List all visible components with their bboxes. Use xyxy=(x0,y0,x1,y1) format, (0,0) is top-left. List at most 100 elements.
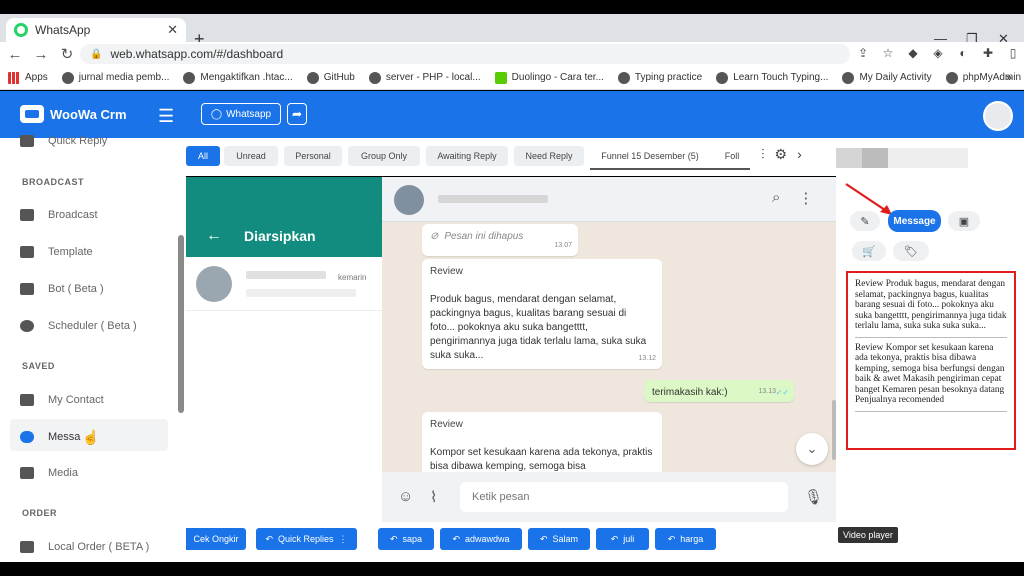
edit-button[interactable]: ✎ xyxy=(850,211,880,231)
chevron-right-icon[interactable]: › xyxy=(797,146,802,163)
message-bubble-deleted[interactable]: ⊘ Pesan ini dihapus 13.07 xyxy=(422,224,578,256)
search-icon[interactable]: ⌕ xyxy=(772,189,780,207)
extension-icon[interactable]: ◈ xyxy=(930,46,946,60)
url-text: web.whatsapp.com/#/dashboard xyxy=(110,47,284,61)
kebab-menu-icon[interactable]: ⋮ xyxy=(798,189,813,207)
sidebar-item-quick-reply[interactable]: Quick Reply xyxy=(20,135,107,147)
reply-icon: ↶ xyxy=(389,533,398,544)
emoji-icon[interactable]: ☺ xyxy=(398,488,413,505)
saved-message-item[interactable]: Review Kompor set kesukaan karena ada te… xyxy=(855,343,1007,412)
extension-icon[interactable]: ◆ xyxy=(905,46,921,60)
quick-reply-salam[interactable]: ↶ Salam xyxy=(528,528,590,550)
apps-grid-icon xyxy=(8,71,20,84)
message-text: terimakasih kak:) xyxy=(652,387,728,398)
message-time: 13.12 xyxy=(638,355,656,362)
sidebar-item-broadcast[interactable]: Broadcast xyxy=(20,209,98,221)
reply-icon: ↶ xyxy=(265,533,273,544)
message-bubble-in[interactable]: Review Produk bagus, mendarat dengan sel… xyxy=(422,259,662,369)
contact-book-icon xyxy=(20,394,34,406)
paperclip-icon[interactable]: ⌇ xyxy=(430,488,437,506)
forward-arrow-icon[interactable]: → xyxy=(30,46,52,63)
url-bar[interactable]: 🔒 web.whatsapp.com/#/dashboard xyxy=(80,44,850,64)
message-text: Kompor set kesukaan karena ada tekonya, … xyxy=(430,447,653,472)
filter-chip-awaiting-reply[interactable]: Awaiting Reply xyxy=(426,146,508,166)
globe-icon xyxy=(61,71,74,84)
avatar[interactable] xyxy=(394,185,424,215)
filter-chip-personal[interactable]: Personal xyxy=(284,146,342,166)
sidebar-item-message[interactable]: Messa xyxy=(20,431,80,443)
puzzle-icon[interactable]: ✚ xyxy=(980,46,996,60)
bookmarks-overflow-icon[interactable]: » xyxy=(1006,72,1012,84)
filter-chip-unread[interactable]: Unread xyxy=(224,146,278,166)
message-bubble-in[interactable]: Review Kompor set kesukaan karena ada te… xyxy=(422,412,662,472)
share-page-icon[interactable]: ⇪ xyxy=(855,46,871,60)
tab-title: WhatsApp xyxy=(35,23,91,37)
duolingo-icon xyxy=(494,71,507,84)
browser-tab[interactable]: WhatsApp ✕ xyxy=(6,18,186,42)
extension-icon[interactable]: ◐ xyxy=(955,46,971,60)
sidepanel-icon[interactable]: ▯ xyxy=(1005,46,1021,60)
cek-ongkir-button[interactable]: Cek Ongkir xyxy=(186,528,246,550)
scroll-down-button[interactable]: ⌄ xyxy=(796,433,828,465)
sliders-icon[interactable]: ⫶ xyxy=(761,146,765,163)
reload-icon[interactable]: ↻ xyxy=(56,45,78,63)
filter-chip-need-reply[interactable]: Need Reply xyxy=(514,146,584,166)
hamburger-menu-icon[interactable]: ☰ xyxy=(158,106,174,127)
filter-chip-all[interactable]: All xyxy=(186,146,220,166)
star-icon[interactable]: ☆ xyxy=(880,46,896,60)
sidebar-item-my-contact[interactable]: My Contact xyxy=(20,394,104,406)
filter-chip-follow[interactable]: Foll xyxy=(714,146,750,166)
quick-reply-harga[interactable]: ↶ harga xyxy=(655,528,716,550)
sidebar-item-scheduler[interactable]: Scheduler ( Beta ) xyxy=(20,320,137,332)
cart-button[interactable]: 🛒 xyxy=(852,241,886,261)
filter-chip-group-only[interactable]: Group Only xyxy=(348,146,420,166)
contact-name-redacted xyxy=(888,148,968,168)
letterbox-bottom xyxy=(0,562,1024,576)
block-icon: ⊘ xyxy=(430,231,439,242)
sidebar-scrollbar[interactable] xyxy=(178,235,184,413)
bookmark-item[interactable]: Learn Touch Typing... xyxy=(716,71,828,84)
message-button[interactable]: Message xyxy=(888,210,941,232)
bookmark-apps[interactable]: Apps xyxy=(8,71,48,84)
tag-button[interactable]: 🏷 xyxy=(893,241,929,261)
video-player-tooltip: Video player xyxy=(838,527,898,543)
sidebar-item-template[interactable]: Template xyxy=(20,246,93,258)
image-icon xyxy=(20,467,34,479)
back-arrow-icon[interactable]: ← xyxy=(206,227,222,245)
quick-reply-adwawdwa[interactable]: ↶ adwawdwa xyxy=(440,528,522,550)
gears-icon[interactable]: ⚙ xyxy=(775,146,788,163)
quick-replies-button[interactable]: ↶ Quick Replies ⋮ xyxy=(256,528,357,550)
bookmark-item[interactable]: jurnal media pemb... xyxy=(61,71,169,84)
bookmark-item[interactable]: Duolingo - Cara ter... xyxy=(494,71,604,84)
list-item[interactable]: kemarin xyxy=(186,257,382,311)
share-arrow-button[interactable]: ➦ xyxy=(287,103,307,125)
bookmark-item[interactable]: Typing practice xyxy=(617,71,702,84)
microphone-icon[interactable]: 🎙 xyxy=(804,488,823,506)
tab-close-icon[interactable]: ✕ xyxy=(167,22,178,38)
quick-reply-sapa[interactable]: ↶ sapa xyxy=(378,528,434,550)
whatsapp-button[interactable]: ◯ Whatsapp xyxy=(201,103,281,125)
message-time: 13.07 xyxy=(554,242,572,249)
pencil-icon: ✎ xyxy=(860,215,870,228)
sidebar-item-media[interactable]: Media xyxy=(20,467,78,479)
sidebar-item-local-order[interactable]: Local Order ( BETA ) xyxy=(20,541,149,553)
logo-icon xyxy=(20,105,44,123)
saved-message-item[interactable]: Review Produk bagus, mendarat dengan sel… xyxy=(855,279,1007,338)
reply-icon: ↶ xyxy=(667,533,676,544)
message-input[interactable] xyxy=(460,482,788,512)
sidebar-item-bot[interactable]: Bot ( Beta ) xyxy=(20,283,104,295)
message-bubble-out[interactable]: terimakasih kak:) 13.13 ✓✓ xyxy=(644,380,794,402)
screen: WhatsApp ✕ + — ❐ ✕ ← → ↻ 🔒 web.whatsapp.… xyxy=(0,0,1024,576)
quick-reply-juli[interactable]: ↶ juli xyxy=(596,528,649,550)
bookmark-item[interactable]: server - PHP - local... xyxy=(368,71,481,84)
bookmark-item[interactable]: Mengaktifkan .htac... xyxy=(183,71,293,84)
media-button[interactable]: ▣ xyxy=(948,211,980,231)
mouse-pointer-icon: ☝ xyxy=(82,429,100,445)
bookmark-item[interactable]: My Daily Activity xyxy=(842,71,932,84)
whatsapp-icon xyxy=(14,23,28,37)
back-arrow-icon[interactable]: ← xyxy=(4,46,26,63)
bookmark-item[interactable]: GitHub xyxy=(306,71,355,84)
saved-messages-list: Review Produk bagus, mendarat dengan sel… xyxy=(846,271,1016,450)
filter-chip-funnel[interactable]: Funnel 15 Desember (5) xyxy=(592,146,708,166)
user-avatar[interactable] xyxy=(983,101,1013,131)
